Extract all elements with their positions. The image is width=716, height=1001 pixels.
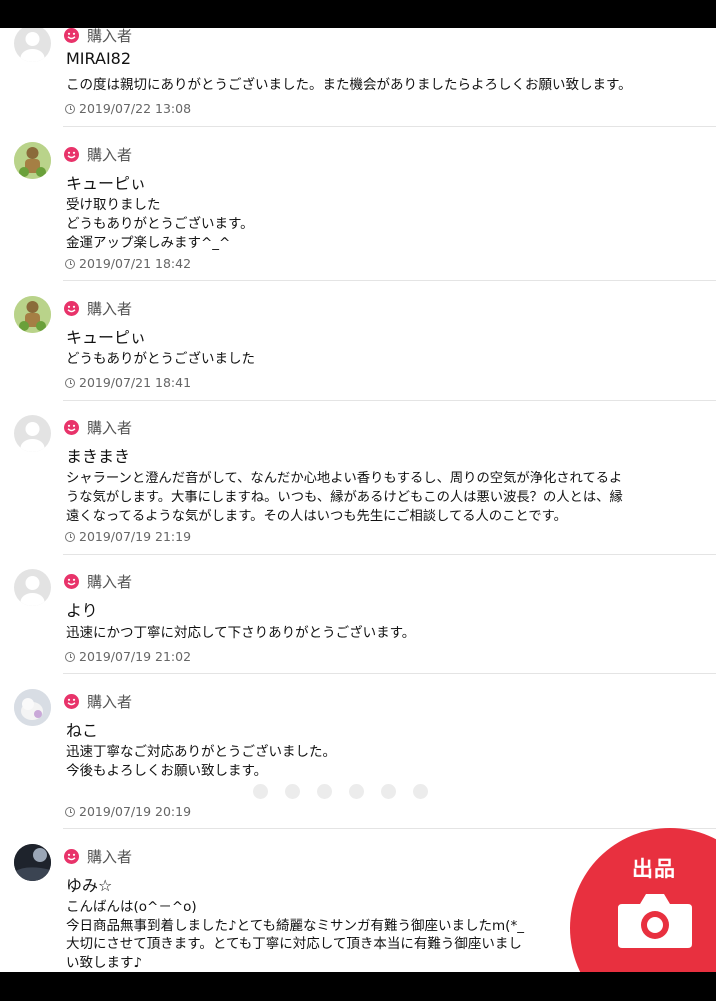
divider: [63, 828, 716, 829]
review-comment: 迅速丁寧なご対応ありがとうございました。 今後もよろしくお願い致します。: [66, 744, 336, 779]
buyer-label: 購入者: [87, 299, 133, 318]
reviewer-name[interactable]: ゆみ☆: [66, 872, 112, 896]
buyer-badge: 購入者: [64, 144, 132, 164]
navigation-bar: [0, 972, 716, 1001]
figure-avatar-icon[interactable]: [14, 296, 51, 333]
buyer-badge: 購入者: [64, 691, 132, 711]
buyer-label: 購入者: [87, 28, 133, 45]
divider: [63, 673, 716, 674]
review-list[interactable]: 購入者 MIRAI82 この度は親切にありがとうございました。また機会がありまし…: [0, 28, 716, 972]
buyer-badge: 購入者: [64, 28, 132, 45]
smile-icon: [64, 300, 79, 316]
clock-icon: [65, 377, 75, 388]
camera-icon[interactable]: [616, 890, 694, 950]
smile-icon: [64, 693, 79, 709]
reviewer-name[interactable]: まきまき: [66, 443, 130, 467]
loading-dot: [317, 784, 332, 799]
loading-dot: [349, 784, 364, 799]
divider: [63, 554, 716, 555]
timestamp-text: 2019/07/19 21:19: [79, 529, 192, 544]
timestamp-text: 2019/07/22 13:08: [79, 101, 192, 116]
review-timestamp: 2019/07/22 13:08: [65, 101, 191, 116]
buyer-badge: 購入者: [64, 571, 132, 591]
smile-icon: [64, 146, 79, 162]
review-timestamp: 2019/07/19 20:19: [65, 804, 191, 819]
timestamp-text: 2019/07/21 18:41: [79, 375, 192, 390]
buyer-badge: 購入者: [64, 298, 132, 318]
clock-icon: [65, 258, 75, 269]
loading-dot: [285, 784, 300, 799]
divider: [63, 400, 716, 401]
sell-button-label[interactable]: 出品: [632, 853, 676, 883]
divider: [63, 280, 716, 281]
buyer-badge: 購入者: [64, 417, 132, 437]
reviewer-name[interactable]: より: [66, 597, 98, 621]
review-timestamp: 2019/07/21 18:41: [65, 375, 191, 390]
review-comment: シャラーンと澄んだ音がして、なんだか心地よい香りもするし、周りの空気が浄化されて…: [66, 471, 623, 524]
buyer-badge: 購入者: [64, 846, 132, 866]
loading-indicator: [253, 784, 428, 799]
figure-avatar-icon[interactable]: [14, 142, 51, 179]
divider: [63, 126, 716, 127]
smile-icon: [64, 28, 79, 43]
cat-avatar-icon[interactable]: [14, 689, 51, 726]
loading-dot: [253, 784, 268, 799]
timestamp-text: 2019/07/21 18:42: [79, 256, 192, 271]
reviewer-name[interactable]: MIRAI82: [66, 49, 131, 68]
timestamp-text: 2019/07/19 20:19: [79, 804, 192, 819]
review-timestamp: 2019/07/21 18:42: [65, 256, 191, 271]
clock-icon: [65, 651, 75, 662]
reviewer-name[interactable]: キューピぃ: [66, 170, 146, 194]
default-avatar-icon[interactable]: [14, 569, 51, 606]
review-comment: 受け取りました どうもありがとうございます。 金運アップ楽しみます^_^: [66, 197, 254, 251]
clock-icon: [65, 806, 75, 817]
buyer-label: 購入者: [87, 418, 133, 437]
dark-avatar-icon[interactable]: [14, 844, 51, 881]
review-comment: この度は親切にありがとうございました。また機会がありましたらよろしくお願い致しま…: [66, 77, 632, 93]
timestamp-text: 2019/07/19 21:02: [79, 649, 192, 664]
loading-dot: [381, 784, 396, 799]
clock-icon: [65, 103, 75, 114]
smile-icon: [64, 848, 79, 864]
review-comment: 迅速にかつ丁寧に対応して下さりありがとうございます。: [66, 625, 416, 641]
buyer-label: 購入者: [87, 572, 133, 591]
default-avatar-icon[interactable]: [14, 415, 51, 452]
review-timestamp: 2019/07/19 21:19: [65, 529, 191, 544]
review-timestamp: 2019/07/19 21:02: [65, 649, 191, 664]
status-bar: [0, 0, 716, 28]
buyer-label: 購入者: [87, 847, 133, 866]
smile-icon: [64, 419, 79, 435]
default-avatar-icon[interactable]: [14, 28, 51, 62]
buyer-label: 購入者: [87, 692, 133, 711]
loading-dot: [413, 784, 428, 799]
reviewer-name[interactable]: ねこ: [66, 717, 98, 741]
review-comment: どうもありがとうございました: [66, 351, 255, 367]
reviewer-name[interactable]: キューピぃ: [66, 324, 146, 348]
clock-icon: [65, 531, 75, 542]
buyer-label: 購入者: [87, 145, 133, 164]
smile-icon: [64, 573, 79, 589]
